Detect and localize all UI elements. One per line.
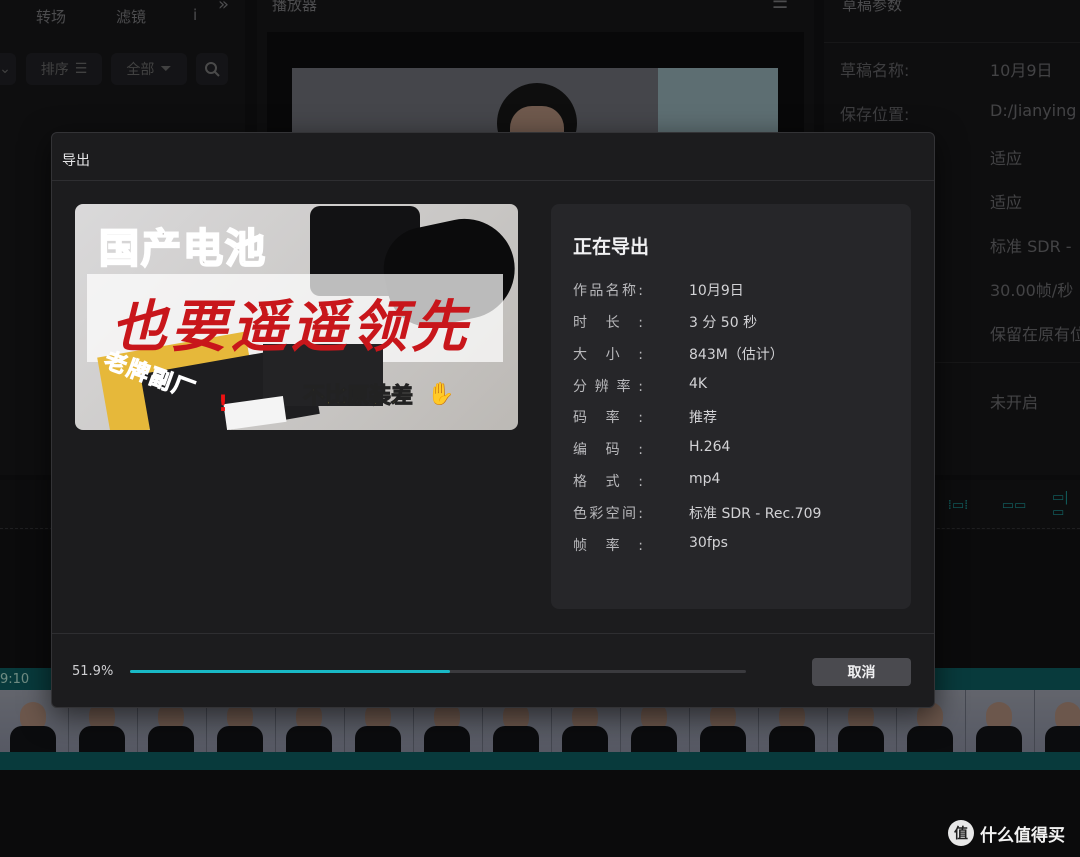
info-key: 分辨率: — [573, 379, 643, 395]
cover-headline: 也要遥遥领先 — [111, 294, 471, 360]
exclamation-mark: ! — [218, 392, 229, 417]
info-value: 10月9日 — [689, 283, 744, 299]
progress-bar — [130, 670, 746, 673]
hand-icon: ✋ — [427, 382, 455, 407]
info-value: 推荐 — [689, 410, 717, 426]
info-key: 格式: — [573, 474, 643, 490]
cover-thumbnail: 国产电池 也要遥遥领先 老牌副厂 ! 不比原装差 ✋ — [75, 204, 518, 430]
info-key: 色彩空间: — [573, 506, 643, 522]
info-value: H.264 — [689, 439, 731, 455]
cancel-button[interactable]: 取消 — [812, 658, 911, 686]
info-key: 码率: — [573, 410, 643, 426]
logo-icon: 值 — [948, 820, 974, 846]
info-key: 作品名称: — [573, 283, 643, 299]
info-value: 4K — [689, 376, 708, 392]
export-dialog: 导出 国产电池 也要遥遥领先 老牌副厂 ! 不比原装差 ✋ 正在导出 作品名称:… — [51, 132, 935, 708]
info-value: 843M（估计） — [689, 347, 784, 363]
export-status-title: 正在导出 — [573, 236, 650, 258]
watermark-text: 什么值得买 — [980, 825, 1065, 846]
info-key: 时长: — [573, 315, 643, 331]
dialog-title: 导出 — [62, 153, 90, 169]
info-key: 帧率: — [573, 538, 643, 554]
divider — [52, 180, 934, 181]
cover-title: 国产电池 — [98, 225, 267, 273]
watermark: 值 什么值得买 — [948, 820, 1065, 846]
info-value: mp4 — [689, 471, 721, 487]
info-value: 3 分 50 秒 — [689, 315, 758, 331]
cover-subtitle: 不比原装差 — [302, 384, 414, 410]
info-value: 30fps — [689, 535, 728, 551]
export-info-card: 正在导出 作品名称: 10月9日 时长: 3 分 50 秒 大小: 843M（估… — [551, 204, 911, 609]
divider — [52, 633, 934, 634]
info-key: 大小: — [573, 347, 643, 363]
progress-fill — [130, 670, 450, 673]
info-value: 标准 SDR - Rec.709 — [689, 506, 822, 522]
info-key: 编码: — [573, 442, 643, 458]
progress-percent: 51.9% — [72, 664, 114, 679]
